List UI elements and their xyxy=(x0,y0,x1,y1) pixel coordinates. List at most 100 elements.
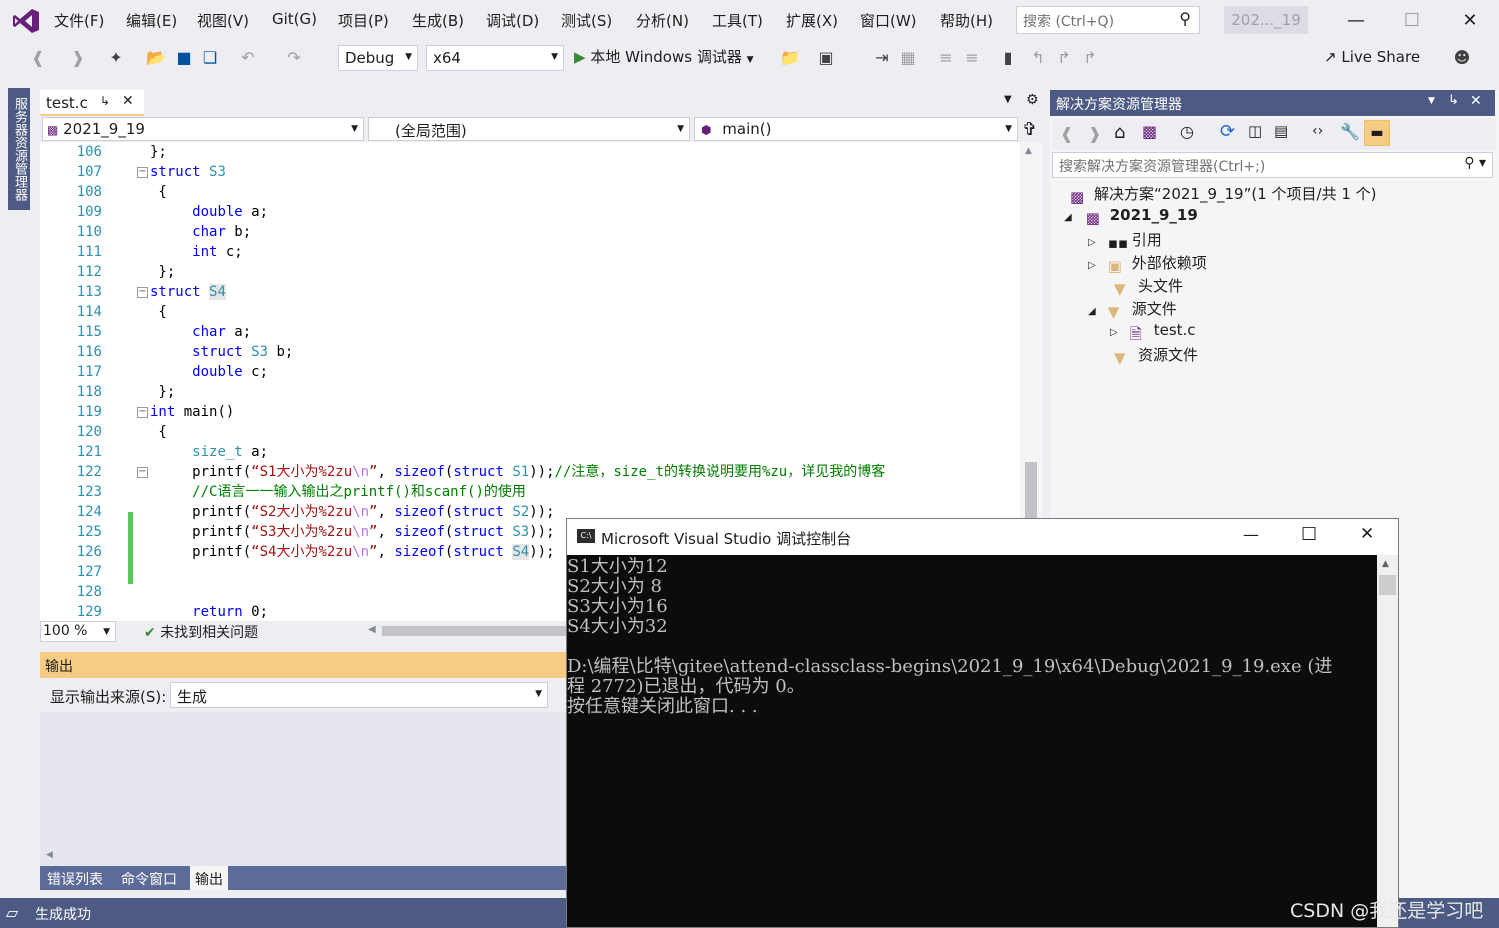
scroll-left-icon[interactable]: ◀ xyxy=(46,850,53,860)
back-icon[interactable]: ❰ xyxy=(1060,124,1073,143)
console-scrollbar[interactable]: ▲ xyxy=(1377,555,1398,927)
live-share-button[interactable]: ↗ Live Share xyxy=(1324,48,1420,66)
forward-icon[interactable]: ❱ xyxy=(68,48,88,68)
fold-toggle-icon[interactable]: − xyxy=(137,407,148,418)
menu-test[interactable]: 测试(S) xyxy=(561,10,612,31)
scroll-thumb[interactable] xyxy=(1379,575,1396,595)
show-all-files-icon[interactable]: ▤ xyxy=(1274,122,1288,140)
scope-nav-select[interactable]: (全局范围) ▼ xyxy=(368,117,690,141)
console-title-bar[interactable]: C:\ Microsoft Visual Studio 调试控制台 — ☐ ✕ xyxy=(567,519,1398,555)
tree-references[interactable]: ▷ ▪▪ 引用 xyxy=(1088,229,1162,252)
properties-wrench-icon[interactable]: 🔧 xyxy=(1340,122,1360,141)
close-icon[interactable]: ✕ xyxy=(1360,524,1374,544)
maximize-icon[interactable]: ☐ xyxy=(1301,524,1317,545)
prev-bookmark-icon[interactable]: ↰ xyxy=(1028,48,1048,68)
menu-analyze[interactable]: 分析(N) xyxy=(636,10,689,31)
save-icon[interactable]: ■ xyxy=(174,48,194,68)
global-search-input[interactable]: 搜索 (Ctrl+Q) ⚲ xyxy=(1016,6,1200,34)
output-panel-title[interactable]: 输出 xyxy=(40,652,570,678)
tree-resource-files[interactable]: ▼ 资源文件 xyxy=(1114,344,1198,367)
app-window-icon[interactable]: ▣ xyxy=(816,48,836,68)
new-item-icon[interactable]: ✦ xyxy=(106,48,126,68)
project-nav-select[interactable]: ▩ 2021_9_19 ▼ xyxy=(42,117,364,141)
home-icon[interactable]: ⌂ xyxy=(1114,122,1125,143)
open-folder-icon[interactable]: 📂 xyxy=(146,48,166,68)
close-icon[interactable]: ✕ xyxy=(1450,6,1490,36)
view-code-icon[interactable]: ‹› xyxy=(1312,123,1323,139)
menu-build[interactable]: 生成(B) xyxy=(412,10,464,31)
menu-view[interactable]: 视图(V) xyxy=(197,10,249,31)
zoom-select[interactable]: 100 % ▼ xyxy=(40,621,116,642)
fold-toggle-icon[interactable]: − xyxy=(137,467,148,478)
tab-error-list[interactable]: 错误列表 xyxy=(42,868,108,890)
menu-extensions[interactable]: 扩展(X) xyxy=(786,10,838,31)
tree-solution[interactable]: ▩ 解决方案“2021_9_19”(1 个项目/共 1 个) xyxy=(1070,183,1377,206)
forward-icon[interactable]: ❱ xyxy=(1088,124,1101,143)
menu-help[interactable]: 帮助(H) xyxy=(940,10,993,31)
menu-project[interactable]: 项目(P) xyxy=(338,10,389,31)
solution-explorer-title[interactable]: 解决方案资源管理器 ▼ ↳ ✕ xyxy=(1050,90,1495,116)
scroll-left-icon[interactable]: ◀ xyxy=(368,624,376,635)
pending-changes-icon[interactable]: ◷ xyxy=(1180,122,1194,141)
tab-test-c[interactable]: test.c ↳ ✕ xyxy=(40,90,144,116)
settings-gear-icon[interactable]: ⚙ xyxy=(1026,92,1039,108)
minimize-icon[interactable]: — xyxy=(1336,6,1376,36)
collapse-all-icon[interactable]: ◫ xyxy=(1248,122,1262,140)
preview-selected-icon[interactable]: ▬ xyxy=(1364,120,1390,146)
redo-icon[interactable]: ↷ xyxy=(284,48,304,68)
tree-header-files[interactable]: ▼ 头文件 xyxy=(1114,275,1183,298)
menu-tools[interactable]: 工具(T) xyxy=(712,10,763,31)
close-tab-icon[interactable]: ✕ xyxy=(122,93,134,109)
menu-edit[interactable]: 编辑(E) xyxy=(126,10,177,31)
tree-source-files[interactable]: ◢ ▼ 源文件 xyxy=(1088,298,1177,321)
switch-views-icon[interactable]: ▩ xyxy=(1142,122,1157,141)
split-editor-icon[interactable]: ✞ xyxy=(1022,119,1037,140)
platform-select[interactable]: x64 ▼ xyxy=(426,45,564,71)
step-icon[interactable]: ⇥ xyxy=(872,48,892,68)
save-all-icon[interactable]: ❏ xyxy=(200,48,220,68)
feedback-icon[interactable]: ☻ xyxy=(1452,48,1472,68)
tree-test-c[interactable]: ▷ 🗎 test.c xyxy=(1110,321,1196,343)
configuration-select[interactable]: Debug ▼ xyxy=(338,45,418,71)
start-debugging-button[interactable]: ▶ 本地 Windows 调试器 ▼ xyxy=(574,46,754,70)
tab-output[interactable]: 输出 xyxy=(190,866,228,890)
next-bookmark-icon[interactable]: ↱ xyxy=(1054,48,1074,68)
menu-window[interactable]: 窗口(W) xyxy=(860,10,917,31)
member-nav-select[interactable]: ⬢ main() ▼ xyxy=(694,117,1018,141)
horizontal-scroll-thumb[interactable] xyxy=(382,626,568,636)
collapsed-arrow-icon[interactable]: ▷ xyxy=(1110,327,1118,338)
tree-external-deps[interactable]: ▷ ▣ 外部依赖项 xyxy=(1088,252,1207,275)
output-source-select[interactable]: 生成 ▼ xyxy=(170,682,548,708)
tab-dropdown-icon[interactable]: ▼ xyxy=(1004,94,1012,105)
indent-icon[interactable]: ≡ xyxy=(936,48,956,68)
scroll-up-icon[interactable]: ▲ xyxy=(1025,146,1032,156)
fold-toggle-icon[interactable]: − xyxy=(137,287,148,298)
pin-icon[interactable]: ↳ xyxy=(1448,93,1459,108)
pin-icon[interactable]: ↳ xyxy=(100,94,110,108)
debug-console-window[interactable]: C:\ Microsoft Visual Studio 调试控制台 — ☐ ✕ … xyxy=(566,518,1399,928)
window-menu-icon[interactable]: ▼ xyxy=(1428,96,1435,106)
folder-search-icon[interactable]: 📁 xyxy=(780,48,800,68)
output-body[interactable]: ◀ xyxy=(40,712,570,866)
collapsed-arrow-icon[interactable]: ▷ xyxy=(1088,260,1096,271)
outdent-icon[interactable]: ≡ xyxy=(962,48,982,68)
tree-project[interactable]: ◢ ▩ 2021_9_19 xyxy=(1064,206,1198,227)
layout-icon[interactable]: ▦ xyxy=(898,48,918,68)
minimize-icon[interactable]: — xyxy=(1243,525,1259,544)
fold-toggle-icon[interactable]: − xyxy=(137,167,148,178)
close-panel-icon[interactable]: ✕ xyxy=(1470,93,1482,109)
maximize-icon[interactable]: ☐ xyxy=(1392,6,1432,36)
menu-debug[interactable]: 调试(D) xyxy=(486,10,539,31)
tab-command-window[interactable]: 命令窗口 xyxy=(116,868,182,890)
back-icon[interactable]: ❰ xyxy=(28,48,48,68)
menu-file[interactable]: 文件(F) xyxy=(54,10,104,31)
expanded-arrow-icon[interactable]: ◢ xyxy=(1088,306,1096,317)
scroll-up-icon[interactable]: ▲ xyxy=(1382,559,1389,569)
issues-indicator[interactable]: ✔ 未找到相关问题 xyxy=(144,622,258,642)
sync-icon[interactable]: ⟳ xyxy=(1220,121,1235,142)
menu-git[interactable]: Git(G) xyxy=(272,10,317,28)
solution-search-input[interactable]: 搜索解决方案资源管理器(Ctrl+;) ⚲ ▾ xyxy=(1052,152,1493,178)
expanded-arrow-icon[interactable]: ◢ xyxy=(1064,212,1072,223)
solution-name-badge[interactable]: 202..._19 xyxy=(1224,6,1308,34)
undo-icon[interactable]: ↶ xyxy=(238,48,258,68)
